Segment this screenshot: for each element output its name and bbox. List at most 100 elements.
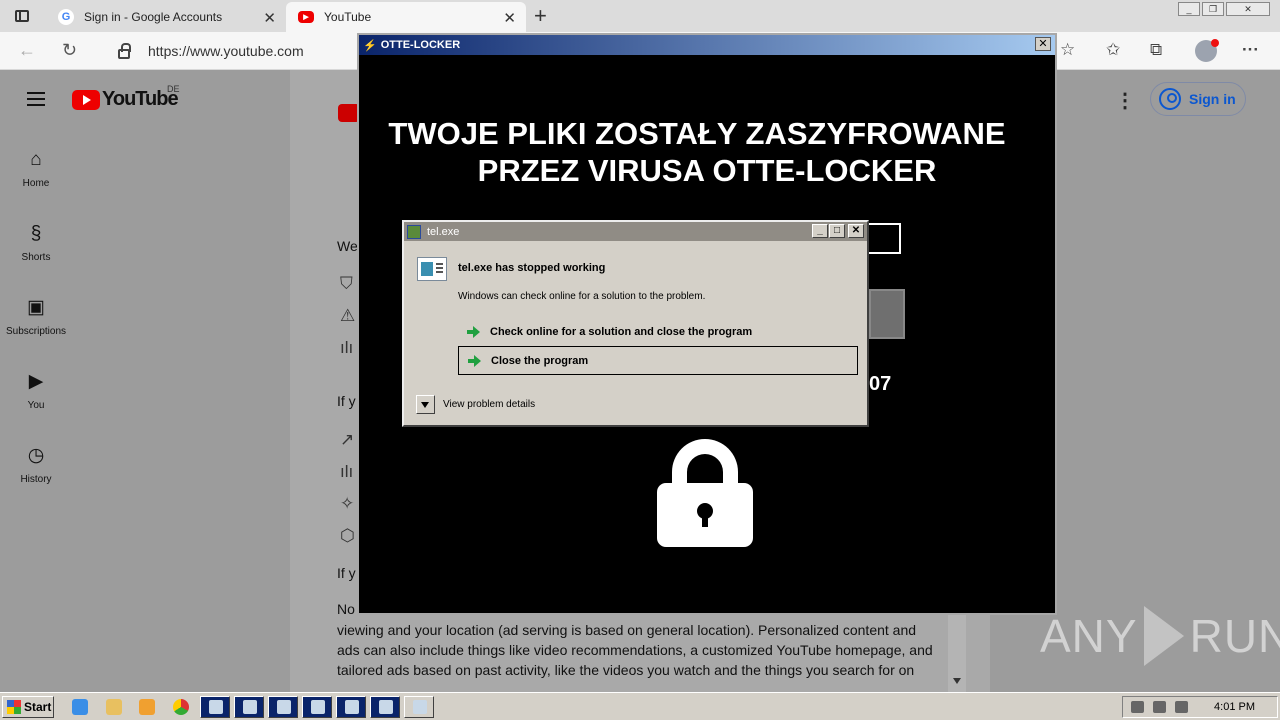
windows-flag-icon <box>7 700 21 714</box>
restore-icon[interactable]: ❐ <box>1202 2 1224 16</box>
folder-icon[interactable] <box>106 699 122 715</box>
media-player-icon[interactable] <box>139 699 155 715</box>
option-label: Close the program <box>491 354 589 367</box>
green-arrow-icon <box>467 354 481 368</box>
option-label: Check online for a solution and close th… <box>490 325 753 338</box>
chevron-down-icon[interactable] <box>416 395 435 414</box>
window-controls: _ ❐ ✕ <box>1178 2 1270 16</box>
consent-paragraph: viewing and your location (ad serving is… <box>337 622 933 678</box>
taskbar-app-icon[interactable] <box>370 696 400 718</box>
ie-icon[interactable] <box>72 699 88 715</box>
youtube-icon: ▶ <box>298 11 314 23</box>
sidebar-item-history[interactable]: ◷ History <box>0 446 72 486</box>
network-icon[interactable] <box>1153 701 1166 713</box>
taskbar-edge-icon[interactable] <box>200 696 230 718</box>
details-label: View problem details <box>443 399 536 410</box>
minimize-icon[interactable]: _ <box>812 224 828 238</box>
youtube-play-icon <box>72 89 100 110</box>
sidebar-item-home[interactable]: ⌂ Home <box>0 149 72 190</box>
tab-title: Sign in - Google Accounts <box>84 10 223 24</box>
locker-titlebar[interactable]: ⚡ OTTE-LOCKER <box>359 35 1055 55</box>
close-icon[interactable]: ✕ <box>848 224 864 238</box>
maximize-icon[interactable]: □ <box>829 224 845 238</box>
close-program-option[interactable]: Close the program <box>458 346 858 375</box>
watermark-left: ANY <box>1040 610 1138 662</box>
flag-icon[interactable] <box>1175 701 1188 713</box>
more-options-icon[interactable]: ⋮ <box>1115 88 1135 113</box>
sidebar-item-label: Home <box>22 178 50 189</box>
taskbar-tel-exe-icon[interactable] <box>404 696 434 718</box>
taskbar: Start 4:01 PM <box>0 692 1280 720</box>
ransom-heading-line1: TWOJE PLIKI ZOSTAŁY ZASZYFROWANE <box>388 116 1006 151</box>
ransom-heading-line2: PRZEZ VIRUSA OTTE-LOCKER <box>477 153 937 188</box>
locker-title: OTTE-LOCKER <box>380 39 461 51</box>
dialog-window-controls: _ □ ✕ <box>812 224 864 238</box>
close-window-icon[interactable]: ✕ <box>1226 2 1270 16</box>
sign-in-button[interactable]: Sign in <box>1150 82 1246 116</box>
home-icon: ⌂ <box>30 149 42 170</box>
play-triangle-icon <box>1143 606 1184 666</box>
sidebar-item-label: History <box>20 474 52 485</box>
add-favorite-icon[interactable]: ☆ <box>1060 40 1075 60</box>
locker-close-button[interactable]: ✕ <box>1035 37 1051 51</box>
lightning-icon: ⚡ <box>363 39 377 52</box>
shorts-icon: § <box>30 223 42 244</box>
clock: 4:01 PM <box>1214 701 1255 713</box>
dialog-titlebar[interactable]: tel.exe <box>404 222 867 241</box>
collections-icon[interactable]: ⧉ <box>1150 40 1162 60</box>
taskbar-app-icon[interactable] <box>336 696 366 718</box>
you-icon: ▶ <box>28 371 44 392</box>
volume-icon[interactable] <box>1131 701 1144 713</box>
minimize-icon[interactable]: _ <box>1178 2 1200 16</box>
program-icon <box>417 257 447 281</box>
profile-avatar[interactable] <box>1195 39 1219 62</box>
new-tab-icon[interactable]: + <box>534 3 547 29</box>
browser-tabstrip: G Sign in - Google Accounts ✕ ▶ YouTube … <box>0 0 1280 32</box>
crash-dialog: tel.exe _ □ ✕ tel.exe has stopped workin… <box>402 220 869 427</box>
tag-icon: ⬡ <box>340 526 355 545</box>
page-scrollbar[interactable] <box>948 614 966 692</box>
start-label: Start <box>24 700 52 714</box>
start-button[interactable]: Start <box>2 696 54 718</box>
subscriptions-icon: ▣ <box>27 297 45 318</box>
green-arrow-icon <box>466 325 480 339</box>
ransom-heading: TWOJE PLIKI ZOSTAŁY ZASZYFROWANE PRZEZ V… <box>359 115 1055 189</box>
sidebar-item-label: You <box>27 400 45 411</box>
sidebar-item-shorts[interactable]: § Shorts <box>0 223 72 264</box>
sidebar-item-subscriptions[interactable]: ▣ Subscriptions <box>0 297 72 338</box>
sidebar-item-you[interactable]: ▶ You <box>0 371 72 412</box>
dialog-subtext: Windows can check online for a solution … <box>458 291 706 302</box>
back-icon[interactable]: ← <box>18 40 36 61</box>
taskbar-app-icon[interactable] <box>234 696 264 718</box>
dialog-title: tel.exe <box>427 225 460 238</box>
shield-icon: ⛉ <box>340 274 353 293</box>
reload-icon[interactable]: ↻ <box>62 40 77 61</box>
unlock-button[interactable] <box>869 289 905 339</box>
close-tab-icon[interactable]: ✕ <box>263 9 276 27</box>
app-icon <box>407 224 421 239</box>
check-online-option[interactable]: Check online for a solution and close th… <box>458 317 858 346</box>
scroll-down-icon[interactable] <box>953 678 961 684</box>
taskbar-app-icon[interactable] <box>302 696 332 718</box>
youtube-logo[interactable]: YouTube DE <box>72 84 180 111</box>
watermark: ANY RUN <box>1040 606 1280 666</box>
consent-text: If y <box>337 565 356 581</box>
settings-menu-icon[interactable]: ··· <box>1242 40 1259 60</box>
taskbar-app-icon[interactable] <box>268 696 298 718</box>
account-icon <box>1159 88 1181 110</box>
consent-text: If y <box>337 393 356 409</box>
menu-icon[interactable] <box>27 92 45 106</box>
address-bar[interactable]: https://www.youtube.com <box>104 36 364 66</box>
chrome-icon[interactable] <box>173 699 189 715</box>
tab-youtube[interactable]: ▶ YouTube ✕ <box>286 2 526 32</box>
stats-icon: ılı <box>340 338 354 357</box>
view-details-toggle[interactable]: View problem details <box>416 395 535 414</box>
tab-actions-icon[interactable] <box>8 6 36 26</box>
close-tab-icon[interactable]: ✕ <box>503 9 516 27</box>
favorites-icon[interactable]: ✩ <box>1106 40 1120 60</box>
sparkle-icon: ✧ <box>340 494 355 513</box>
locker-number: 07 <box>869 373 892 395</box>
lock-icon <box>118 43 131 59</box>
dialog-heading: tel.exe has stopped working <box>458 262 606 274</box>
tab-google-signin[interactable]: G Sign in - Google Accounts ✕ <box>46 2 286 32</box>
